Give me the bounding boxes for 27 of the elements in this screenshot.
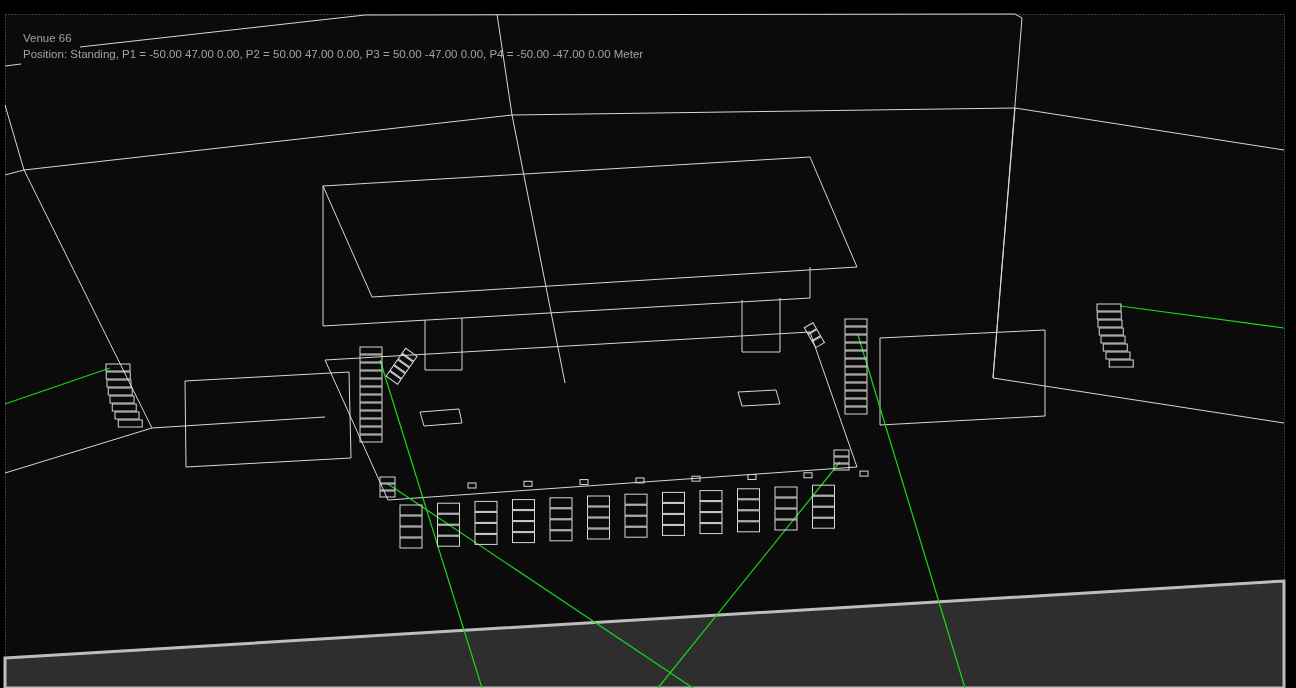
subwoofer-stack-drawing	[699, 490, 723, 535]
stage-monitor-icon	[691, 475, 701, 482]
subwoofer-stack-drawing	[437, 502, 460, 547]
stage-monitor-icon	[803, 472, 813, 479]
position-info: Position: Standing, P1 = -50.00 47.00 0.00, P2 = 50.00 47.00 0.00, P3 = 50.00 -47.00 0.00, P4 = -50.00 -47.00 0.00 Meter	[23, 47, 644, 61]
subwoofer-stack-drawing	[737, 488, 760, 533]
stage-monitor-icon	[747, 474, 757, 480]
venue-title: Venue 66	[23, 31, 73, 45]
subwoofer-stack-drawing	[512, 499, 535, 544]
line-array-speaker-drawing	[1096, 303, 1134, 368]
subwoofer-stack-drawing	[587, 495, 610, 540]
stage-monitor-icon	[859, 470, 869, 477]
stage-monitor-icon	[579, 479, 589, 486]
line-array-speaker-drawing	[379, 476, 396, 498]
subwoofer-stack-drawing	[474, 500, 498, 545]
subwoofer-stack-drawing	[812, 484, 835, 529]
subwoofer-stack-drawing	[399, 504, 423, 549]
line-array-speaker-drawing	[385, 347, 418, 385]
stage-monitor-icon	[467, 482, 477, 489]
subwoofer-stack-drawing	[549, 497, 573, 542]
stage-monitor-icon	[523, 480, 533, 487]
subwoofer-stack-drawing	[662, 491, 685, 536]
line-array-speaker-drawing	[833, 449, 850, 471]
stage-monitor-icon	[635, 477, 645, 484]
line-array-speaker-drawing	[105, 363, 143, 428]
subwoofer-stack-drawing	[624, 493, 648, 538]
subwoofer-stack-drawing	[774, 486, 798, 531]
